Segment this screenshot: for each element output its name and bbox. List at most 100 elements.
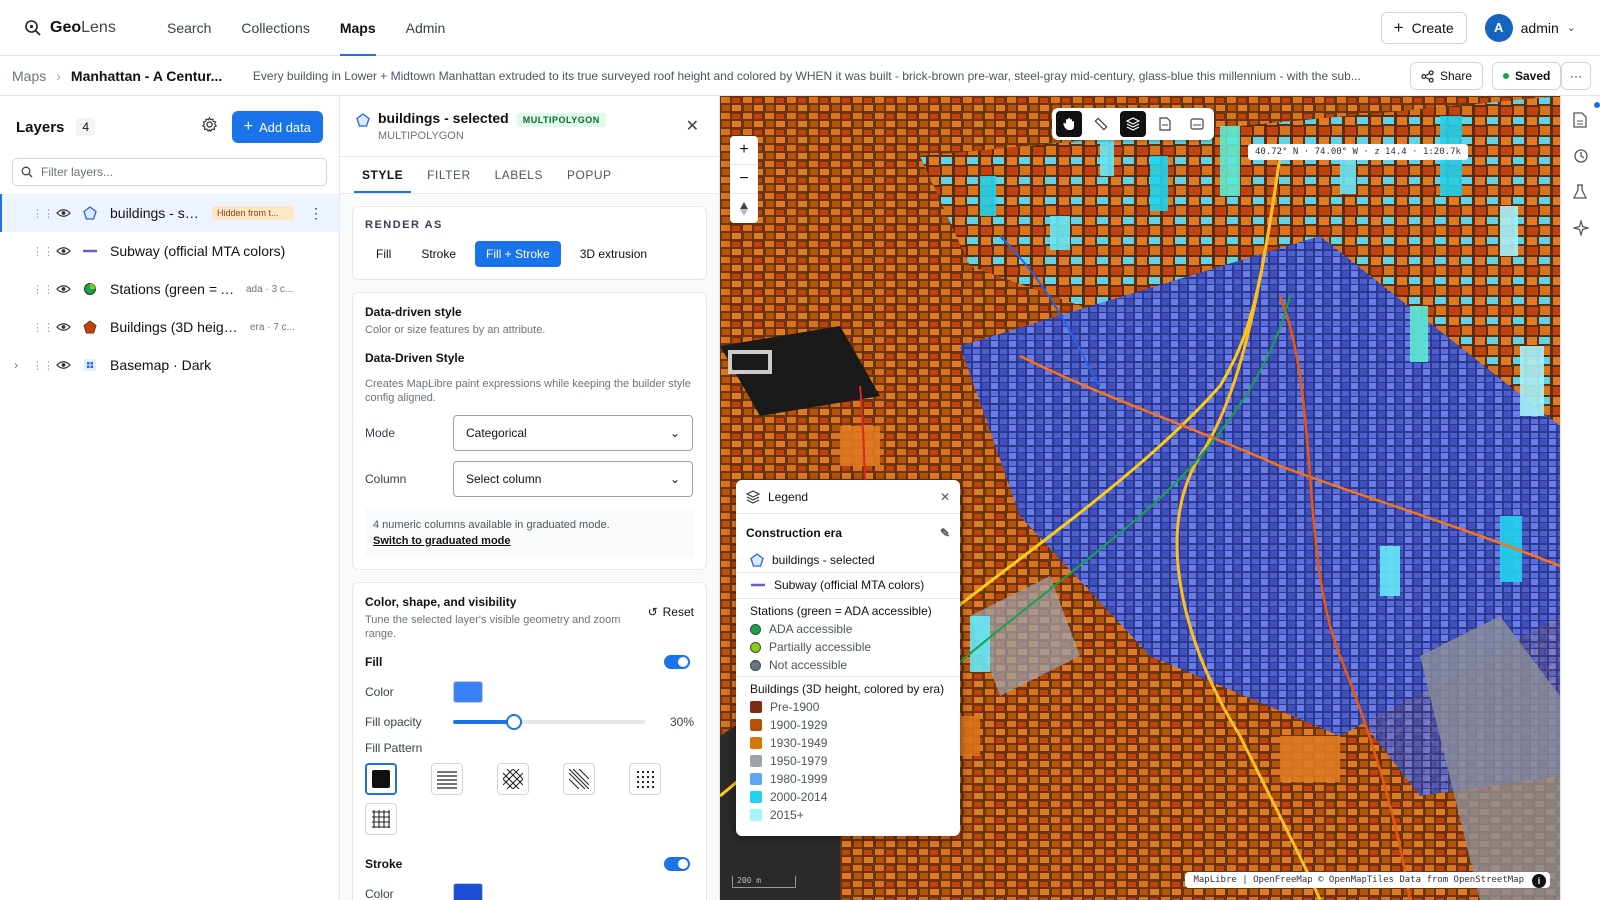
user-name[interactable]: admin — [1521, 20, 1559, 36]
era-swatch-icon — [750, 719, 762, 731]
map-canvas[interactable]: + − 40.72° N · 74.00° W · z 14.4 · 1:20.… — [720, 96, 1560, 900]
pattern-solid-icon[interactable] — [365, 763, 397, 795]
map-description: Every building in Lower + Midtown Manhat… — [252, 68, 1361, 83]
eye-icon[interactable] — [46, 319, 80, 335]
pan-hand-icon[interactable] — [1056, 111, 1082, 137]
era-swatch-icon — [750, 755, 762, 767]
eye-icon[interactable] — [46, 205, 80, 221]
document-icon[interactable] — [1573, 112, 1587, 131]
switch-graduated-link[interactable]: Switch to graduated mode — [373, 535, 511, 547]
nav-admin[interactable]: Admin — [391, 0, 461, 56]
style-tabs: STYLE FILTER LABELS POPUP — [340, 156, 719, 194]
pattern-horizontal-lines-icon[interactable] — [431, 763, 463, 795]
fill-opacity-slider[interactable] — [453, 714, 645, 730]
tab-popup[interactable]: POPUP — [555, 157, 624, 193]
fill-toggle[interactable] — [664, 655, 690, 669]
avatar[interactable]: A — [1484, 13, 1513, 42]
close-icon[interactable]: ✕ — [686, 116, 699, 136]
sparkle-icon[interactable] — [1571, 218, 1591, 239]
layer-row-buildings-selected[interactable]: ⋮⋮ buildings - se... Hidden from t... ⋮ — [0, 194, 339, 232]
saved-button[interactable]: Saved — [1492, 62, 1562, 90]
render-fill-stroke-option[interactable]: Fill + Stroke — [475, 241, 561, 267]
fill-color-swatch[interactable] — [453, 681, 483, 703]
filter-layers-input[interactable]: Filter layers... — [12, 158, 327, 186]
column-value: Select column — [466, 472, 542, 486]
gear-icon[interactable] — [201, 116, 218, 138]
pattern-diagonal-icon[interactable] — [563, 763, 595, 795]
pencil-icon[interactable]: ✎ — [940, 526, 950, 540]
column-select[interactable]: Select column ⌄ — [453, 461, 693, 497]
saved-dot-icon — [1503, 73, 1509, 79]
drag-handle-icon[interactable]: ⋮⋮ — [32, 283, 54, 296]
layer-row-subway[interactable]: ⋮⋮ Subway (official MTA colors) — [0, 232, 339, 270]
caption-icon[interactable] — [1184, 111, 1210, 137]
legend-item-label: Subway (official MTA colors) — [774, 577, 925, 592]
eye-icon[interactable] — [46, 243, 80, 259]
share-icon — [1421, 69, 1434, 83]
point-icon — [80, 282, 100, 296]
brand[interactable]: GeoLens — [24, 19, 152, 37]
slider-knob[interactable] — [506, 714, 523, 730]
layers-stack-icon[interactable] — [1120, 111, 1146, 137]
nav-search[interactable]: Search — [152, 0, 226, 56]
share-button[interactable]: Share — [1410, 62, 1484, 90]
close-icon[interactable]: ✕ — [940, 490, 950, 504]
chevron-right-icon[interactable]: › — [0, 358, 32, 372]
chevron-down-icon[interactable]: ⌄ — [1567, 21, 1576, 34]
add-data-button[interactable]: + Add data — [231, 111, 323, 143]
map-title[interactable]: Manhattan - A Centur... — [71, 68, 223, 84]
station-dot-icon — [750, 659, 761, 671]
stroke-toggle[interactable] — [664, 857, 690, 871]
stroke-color-swatch[interactable] — [453, 883, 483, 900]
tab-style[interactable]: STYLE — [350, 157, 415, 193]
stroke-label: Stroke — [365, 857, 403, 871]
pattern-crosshatch-icon[interactable] — [497, 763, 529, 795]
reset-label: Reset — [662, 605, 694, 619]
legend-buildings-title: Buildings (3D height, colored by era) — [736, 676, 960, 698]
eye-icon[interactable] — [46, 357, 80, 373]
layer-row-stations[interactable]: ⋮⋮ Stations (green = A... ada · 3 c... — [0, 270, 339, 308]
legend-item-label: 1900-1929 — [770, 718, 828, 732]
era-swatch-icon — [750, 773, 762, 785]
flask-icon[interactable] — [1572, 184, 1588, 203]
nav-maps[interactable]: Maps — [325, 0, 391, 56]
zoom-in-button[interactable]: + — [730, 136, 758, 165]
render-3d-extrusion-option[interactable]: 3D extrusion — [569, 241, 658, 267]
drag-handle-icon[interactable]: ⋮⋮ — [32, 359, 54, 372]
era-swatch-icon — [750, 701, 762, 713]
legend-era-item: 1980-1999 — [736, 770, 960, 788]
drag-handle-icon[interactable]: ⋮⋮ — [32, 321, 54, 334]
pattern-dots-icon[interactable] — [629, 763, 661, 795]
reset-button[interactable]: ↺ Reset — [648, 605, 694, 619]
plus-icon: + — [243, 118, 253, 135]
info-icon[interactable]: i — [1532, 874, 1546, 888]
render-stroke-option[interactable]: Stroke — [410, 241, 467, 267]
era-swatch-icon — [750, 809, 762, 821]
breadcrumb-maps[interactable]: Maps — [12, 68, 46, 84]
more-menu-button[interactable]: ··· — [1561, 62, 1591, 90]
layer-row-basemap[interactable]: › ⋮⋮ Basemap · Dark — [0, 346, 339, 384]
drag-handle-icon[interactable]: ⋮⋮ — [32, 207, 54, 220]
document-icon[interactable] — [1152, 111, 1178, 137]
coordinate-readout: 40.72° N · 74.00° W · z 14.4 · 1:20.7k — [1248, 144, 1468, 160]
mode-select[interactable]: Categorical ⌄ — [453, 415, 693, 451]
measure-ruler-icon[interactable] — [1088, 111, 1114, 137]
polygon-icon — [750, 553, 764, 567]
zoom-out-button[interactable]: − — [730, 165, 758, 194]
tab-labels[interactable]: LABELS — [483, 157, 555, 193]
saved-label: Saved — [1515, 69, 1551, 83]
nav-collections[interactable]: Collections — [226, 0, 324, 56]
legend-item-label: Pre-1900 — [770, 700, 820, 714]
kebab-menu-icon[interactable]: ⋮ — [309, 205, 323, 222]
breadcrumb: Maps › Manhattan - A Centur... Every bui… — [0, 56, 1600, 96]
compass-icon[interactable] — [730, 194, 758, 223]
legend-item: Subway (official MTA colors) — [736, 572, 960, 596]
drag-handle-icon[interactable]: ⋮⋮ — [32, 245, 54, 258]
create-button[interactable]: + Create — [1380, 11, 1467, 44]
eye-icon[interactable] — [46, 281, 80, 297]
render-fill-option[interactable]: Fill — [365, 241, 402, 267]
pattern-grid-icon[interactable] — [365, 803, 397, 835]
layer-row-buildings-3d[interactable]: ⋮⋮ Buildings (3D heigh... era · 7 c... — [0, 308, 339, 346]
tab-filter[interactable]: FILTER — [415, 157, 482, 193]
history-icon[interactable] — [1573, 148, 1589, 167]
